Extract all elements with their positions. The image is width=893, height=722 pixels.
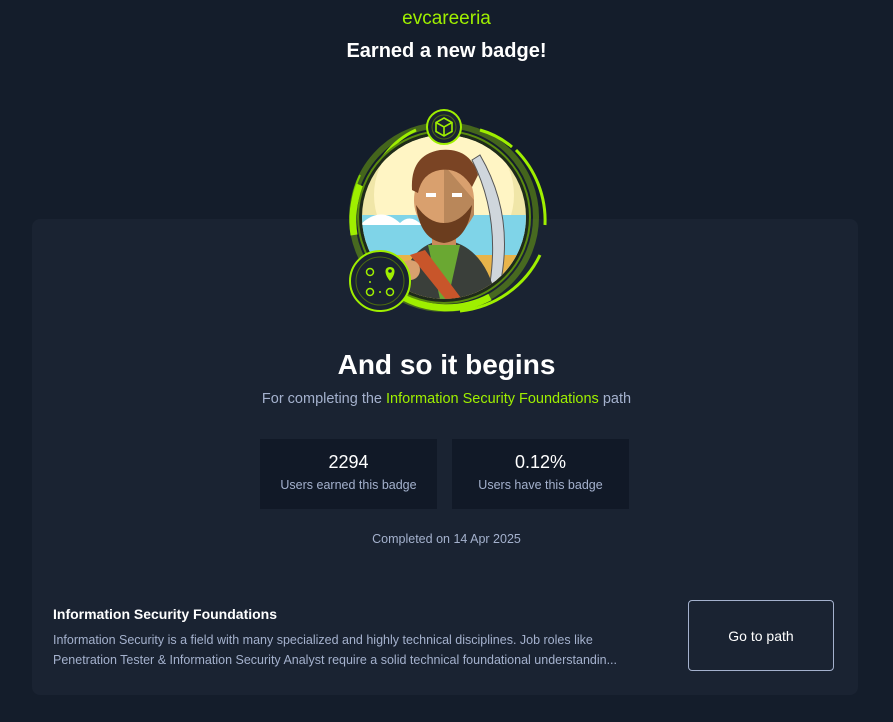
path-description-line: Information Security is a field with man…	[53, 633, 593, 647]
badge-image	[349, 109, 547, 313]
path-link[interactable]: Information Security Foundations	[386, 391, 599, 407]
path-description-line: Penetration Tester & Information Securit…	[53, 653, 617, 667]
stat-value: 2294	[328, 452, 369, 472]
path-description: Information Security is a field with man…	[53, 630, 643, 670]
go-to-path-button[interactable]: Go to path	[688, 600, 834, 671]
completed-date: Completed on 14 Apr 2025	[372, 532, 521, 546]
cube-icon	[426, 109, 462, 145]
stat-value: 0.12%	[514, 452, 567, 472]
subtitle-prefix: For completing the	[261, 391, 382, 407]
path-title: Information Security Foundations	[53, 606, 278, 622]
username: evcareeria	[402, 8, 491, 29]
badge-title: And so it begins	[337, 349, 556, 380]
stat-users-percent: 0.12% Users have this badge	[452, 439, 629, 509]
stat-label: Users earned this badge	[280, 478, 417, 492]
badge-subtitle: For completing the Information Security …	[0, 391, 893, 407]
subtitle-suffix: path	[602, 391, 632, 407]
stat-label: Users have this badge	[478, 478, 603, 492]
page-headline: Earned a new badge!	[346, 40, 547, 62]
stat-users-earned: 2294 Users earned this badge	[260, 439, 437, 509]
path-map-icon	[349, 250, 411, 312]
